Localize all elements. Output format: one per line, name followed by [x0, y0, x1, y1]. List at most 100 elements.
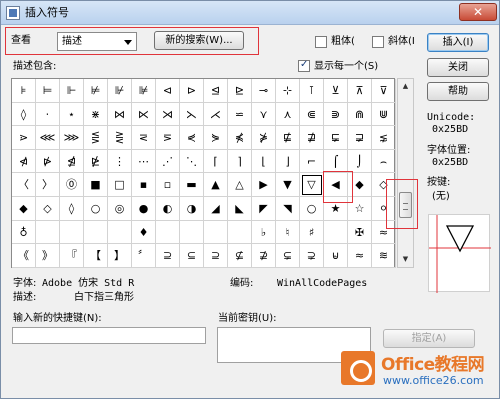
symbol-cell[interactable]: ⋰	[156, 149, 180, 174]
symbol-cell[interactable]: ⋎	[252, 102, 276, 127]
symbol-cell[interactable]: ⊧	[12, 79, 36, 103]
symbol-cell[interactable]: ⋭	[84, 149, 108, 174]
symbol-cell[interactable]: ⌐	[300, 149, 324, 174]
symbol-cell[interactable]: ⓪	[60, 173, 84, 197]
insert-button[interactable]: 插入(I)	[427, 33, 489, 52]
symbol-cell[interactable]: ⊉	[252, 244, 276, 268]
symbol-cell[interactable]: ⊆	[180, 244, 204, 268]
symbol-cell[interactable]	[60, 220, 84, 245]
symbol-cell[interactable]: ⋯	[132, 149, 156, 174]
symbol-cell[interactable]: ○	[84, 196, 108, 221]
symbol-cell[interactable]: ⊵	[228, 79, 252, 103]
symbol-cell[interactable]	[228, 220, 252, 245]
bold-checkbox[interactable]	[315, 36, 327, 48]
symbol-cell-selected[interactable]: ▽	[300, 173, 324, 197]
symbol-cell[interactable]: ⋤	[324, 126, 348, 150]
symbol-cell[interactable]: ≋	[372, 244, 396, 268]
symbol-cell[interactable]: ⋱	[180, 149, 204, 174]
symbol-cell[interactable]: 】	[108, 244, 132, 268]
symbol-cell[interactable]: ⋜	[132, 126, 156, 150]
symbol-cell[interactable]: ⋈	[108, 102, 132, 127]
symbol-cell[interactable]: ⊼	[348, 79, 372, 103]
symbol-cell[interactable]: ⋛	[108, 126, 132, 150]
symbol-cell[interactable]: ⌊	[252, 149, 276, 174]
symbol-cell[interactable]: 『	[60, 244, 84, 268]
symbol-cell[interactable]: ♮	[276, 220, 300, 245]
symbol-cell[interactable]: ■	[84, 173, 108, 197]
symbol-cell[interactable]: ◎	[108, 196, 132, 221]
symbol-cell[interactable]: ⊴	[204, 79, 228, 103]
symbol-cell[interactable]: ⊻	[324, 79, 348, 103]
scroll-down-icon[interactable]: ▼	[398, 252, 413, 267]
symbol-cell[interactable]	[84, 220, 108, 245]
show-each-checkbox[interactable]	[298, 59, 310, 72]
close-window-button[interactable]: ✕	[459, 3, 497, 21]
symbol-cell[interactable]: ◇	[36, 196, 60, 221]
symbol-cell[interactable]: ⋊	[156, 102, 180, 127]
symbol-cell[interactable]: ⋍	[228, 102, 252, 127]
symbol-cell[interactable]: □	[108, 173, 132, 197]
symbol-cell[interactable]: ⌠	[324, 149, 348, 174]
close-button[interactable]: 关闭	[427, 58, 489, 77]
symbol-cell[interactable]: ⊲	[156, 79, 180, 103]
symbol-cell[interactable]: ◢	[204, 196, 228, 221]
symbol-cell[interactable]: ⌢	[372, 149, 396, 174]
symbol-cell[interactable]: ⊮	[108, 79, 132, 103]
symbol-cell[interactable]	[204, 220, 228, 245]
symbol-cell[interactable]: ⌋	[276, 149, 300, 174]
symbol-cell[interactable]: ⋙	[60, 126, 84, 150]
symbol-cell[interactable]: ▲	[204, 173, 228, 197]
symbol-cell[interactable]: ◣	[228, 196, 252, 221]
symbol-cell[interactable]	[36, 220, 60, 245]
symbol-cell[interactable]: ⋇	[84, 102, 108, 127]
symbol-cell[interactable]: ◐	[156, 196, 180, 221]
symbol-cell[interactable]: ⊈	[228, 244, 252, 268]
symbol-cell[interactable]: ⋗	[12, 126, 36, 150]
new-shortcut-input[interactable]	[12, 327, 206, 344]
symbol-cell[interactable]: ⊇	[156, 244, 180, 268]
symbol-cell[interactable]: ⋐	[300, 102, 324, 127]
new-search-button[interactable]: 新的搜索(W)...	[154, 31, 244, 50]
grid-scrollbar[interactable]: ▲ ▼	[397, 78, 414, 268]
symbol-cell[interactable]: ⋋	[180, 102, 204, 127]
symbol-cell[interactable]: ○	[300, 196, 324, 221]
symbol-cell[interactable]: ≈	[348, 244, 372, 268]
symbol-cell[interactable]: ⋓	[372, 102, 396, 127]
symbol-cell[interactable]: ♯	[300, 220, 324, 245]
symbol-cell[interactable]: ◆	[12, 196, 36, 221]
italic-checkbox[interactable]	[372, 36, 384, 48]
symbol-cell[interactable]: ⊇	[204, 244, 228, 268]
symbol-cell[interactable]: 〈	[12, 173, 36, 197]
symbol-cell[interactable]: ⋦	[372, 126, 396, 150]
symbol-cell[interactable]: ▶	[252, 173, 276, 197]
symbol-cell[interactable]: ⋉	[132, 102, 156, 127]
symbol-cell[interactable]: ⌉	[228, 149, 252, 174]
view-select[interactable]: 描述	[57, 32, 137, 51]
symbol-cell[interactable]: ⊌	[324, 244, 348, 268]
symbol-cell[interactable]: ⋠	[228, 126, 252, 150]
symbol-cell[interactable]	[180, 220, 204, 245]
symbol-cell[interactable]: ⋡	[252, 126, 276, 150]
symbol-cell[interactable]: ⊽	[372, 79, 396, 103]
symbol-cell[interactable]: ◑	[180, 196, 204, 221]
symbol-cell[interactable]: ⊹	[276, 79, 300, 103]
symbol-cell[interactable]: ⋌	[204, 102, 228, 127]
symbol-cell[interactable]: ⋫	[36, 149, 60, 174]
symbol-cell[interactable]: ⋏	[276, 102, 300, 127]
symbol-cell[interactable]: ⌡	[348, 149, 372, 174]
symbol-cell[interactable]: ⋒	[348, 102, 372, 127]
symbol-cell[interactable]: 》	[36, 244, 60, 268]
symbol-cell[interactable]: ◤	[252, 196, 276, 221]
symbol-cell[interactable]: 《	[12, 244, 36, 268]
symbol-cell[interactable]: ◊	[12, 102, 36, 127]
symbol-cell[interactable]: ▬	[180, 173, 204, 197]
symbol-cell[interactable]: ⋑	[324, 102, 348, 127]
symbol-cell[interactable]: ♦	[132, 220, 156, 245]
symbol-cell[interactable]: ⊳	[180, 79, 204, 103]
symbol-cell[interactable]: ▫	[156, 173, 180, 197]
symbol-cell[interactable]: 【	[84, 244, 108, 268]
symbol-cell[interactable]: ⊯	[132, 79, 156, 103]
symbol-cell[interactable]: ◊	[60, 196, 84, 221]
symbol-cell[interactable]: ▪	[132, 173, 156, 197]
assign-button[interactable]: 指定(A)	[383, 329, 475, 348]
